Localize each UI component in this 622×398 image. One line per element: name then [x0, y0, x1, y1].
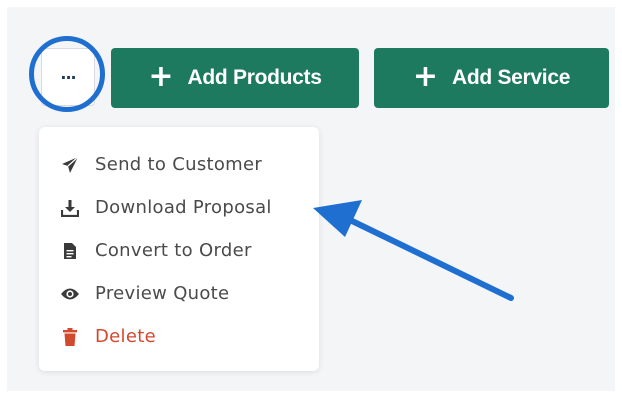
eye-icon	[59, 287, 81, 301]
add-products-button[interactable]: + Add Products	[111, 48, 359, 108]
more-options-button[interactable]: ...	[41, 48, 95, 106]
menu-item-label: Download Proposal	[95, 197, 272, 218]
menu-item-send-to-customer[interactable]: Send to Customer	[39, 143, 319, 186]
menu-item-download-proposal[interactable]: Download Proposal	[39, 186, 319, 229]
menu-item-label: Send to Customer	[95, 154, 263, 175]
ellipsis-icon: ...	[60, 64, 76, 83]
menu-item-delete[interactable]: Delete	[39, 315, 319, 358]
add-service-button[interactable]: + Add Service	[374, 48, 609, 108]
document-icon	[59, 242, 81, 260]
menu-item-label: Preview Quote	[95, 283, 230, 304]
plus-icon: +	[148, 58, 174, 94]
download-icon	[59, 199, 81, 217]
trash-icon	[59, 327, 81, 346]
menu-item-convert-to-order[interactable]: Convert to Order	[39, 229, 319, 272]
plus-icon: +	[412, 58, 439, 94]
menu-item-label: Delete	[95, 326, 156, 347]
paper-plane-icon	[59, 156, 81, 174]
actions-dropdown-menu: Send to Customer Download Proposal Conve…	[39, 127, 319, 371]
add-products-label: Add Products	[187, 66, 322, 89]
add-service-label: Add Service	[452, 66, 571, 89]
menu-item-label: Convert to Order	[95, 240, 252, 261]
menu-item-preview-quote[interactable]: Preview Quote	[39, 272, 319, 315]
